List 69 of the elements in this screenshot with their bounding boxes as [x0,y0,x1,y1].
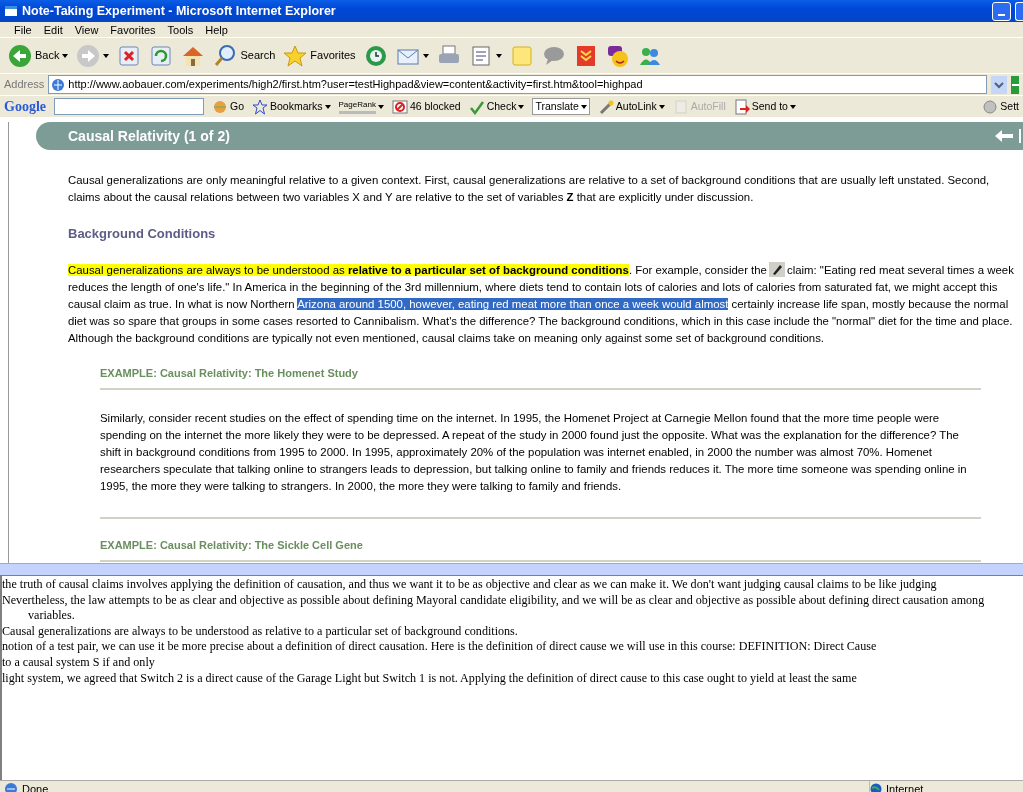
maximize-button[interactable] [1015,1,1023,21]
window-title: Note-Taking Experiment - Microsoft Internet Explorer [22,2,336,20]
refresh-icon [149,43,174,68]
go-button[interactable]: Go [212,98,244,115]
search-icon [213,43,238,68]
caret-icon [580,104,587,109]
caret-icon [324,104,331,109]
section-heading: Background Conditions [68,226,217,242]
star-icon [283,43,308,68]
settings-button[interactable]: Sett [982,98,1019,115]
caret-icon [103,53,110,58]
horizontal-scrollbar[interactable] [0,563,1023,575]
caret-icon [518,104,525,109]
body-paragraph: Causal generalizations are always to be understood as relative to a particular set of background conditions. For example, consider the claim: "Eating red meat several times a week reduces the length of one's life." In America in the beginning of the 3rd millennium, where diets tend to contain lots of calories and lots of calories from saturated fat, we might accept this causal claim as true. In what is now Northern Arizona around 1500, however, eating red meat more than once a week would almost certainly increase life span, mostly because the normal diet was so spare that groups in some cases resorted to Cannibalism. What's the difference? The background conditions, which in this case include the "normal" diet for the time and place. Although the background conditions are typically not even mentioned, causal claims take on meaning only against some set of background conditions. [68,261,1015,346]
sendto-button[interactable]: Send to [733,98,796,115]
caret-icon [658,104,665,109]
caret-icon [62,53,69,58]
back-button[interactable]: Back [6,43,71,68]
menu-item[interactable]: File [8,22,38,37]
minimize-button[interactable] [992,1,1011,21]
caret-icon [422,53,429,58]
caret-icon [377,104,384,109]
zone-text: Internet [886,781,924,792]
browser-icon [4,4,18,18]
notes-area[interactable] [0,575,1023,780]
menu-item[interactable]: Favorites [104,22,162,37]
globe-icon [212,98,228,115]
pencil-icon[interactable] [768,261,785,277]
menu-item[interactable]: View [68,22,105,37]
note-line: light system, we agreed that Switch 2 is a direct cause of the Garage Light but Switch 1 is not. Applying the definition of direct cause to this case ought to yield at least the same [2,670,858,687]
menu-item[interactable]: Help [199,22,234,37]
address-label: Address [4,77,45,93]
example-title: EXAMPLE: Causal Relativity: The Sickle Cell Gene [100,536,981,562]
example-title: EXAMPLE: Causal Relativity: The Homenet Study [100,364,981,390]
globe-icon [870,783,882,792]
address-field[interactable]: http://www.aobauer.com/experiments/high2/first.htm?user=testHighpad&view=content&activity=first.htm&tool=highpad [48,75,987,94]
note-line: Causal generalizations are always to be understood as relative to a particular set of background conditions. [2,623,519,640]
blocked-button[interactable]: 46 blocked [391,98,461,115]
clock-icon [363,43,388,68]
back-arrow-icon[interactable] [995,130,1013,142]
pagerank-button[interactable]: PageRank [338,99,384,114]
search-button[interactable]: Search [211,43,278,68]
settings-icon [982,98,999,115]
note-line: to a causal system S if and only [2,654,156,671]
menu-item[interactable]: Tools [161,22,200,37]
menu-item[interactable]: Edit [37,22,69,37]
intro-paragraph: Causal generalizations are only meaningful relative to a given context. First, causal generalizations are relative to a set of background conditions that are usually left unstated. Second, claims about the causal relations between two variables X and Y are relative to the set of variables Z that are explicitly under discussion. [68,173,991,205]
page-icon [51,77,66,92]
bookmarks-button[interactable]: Bookmarks [252,98,331,115]
smiley-icon [605,43,630,68]
search-field[interactable] [54,98,204,115]
note-line: notion of a test pair, we can use it be more precise about a definition of direct causation. Here is the definition of direct cause we will use in this course: DEFINITION: Direct Cause [2,639,878,655]
note-line: Nevertheless, the law attempts to be as clear and objective as possible about defining Mayoral candidate eligibility, and we will be as clear and objective as possible about defining direct causation among variables. [2,592,986,624]
favorites-button[interactable]: Favorites [281,43,358,68]
note-icon [509,43,534,68]
status-text: Done [22,781,49,792]
stop-icon [117,43,142,68]
wand-icon [597,98,614,115]
note-line: the truth of causal claims involves applying the definition of causation, and thus we want it to be as objective and clear as we can make it. We don't want judging causal claims to be like judging [2,577,938,593]
google-logo: Google [4,98,46,116]
check-button[interactable]: Check [468,98,525,115]
autolink-button[interactable]: AutoLink [597,98,665,115]
page-icon [4,782,18,792]
caret-icon [789,104,796,109]
caret-icon [495,53,502,58]
translate-button[interactable]: Translate [532,97,590,116]
example-paragraph: Similarly, consider recent studies on the effect of spending time on the internet. In 1995, the Homenet Project at Carnegie Mellon found that the more time people were spending on the internet the more likely they were to be depressed. A repeat of the study in 2000 found just the opposite. What was the explanation for the difference? The shift in background conditions from 1995 to 2000. In 1995, approximately 20% of the population was internet enabled, in 2000 the number was almost 70%. Homenet researchers speculate that talking online to strangers leads to depression, but talking online to family and friends reduces it. The more time someone was spending online in 1995, the more they were talking to strangers. In 2000, the more they were talking to family and friends. [100,409,981,519]
page-title: Causal Relativity (1 of 2) [68,126,230,146]
star-outline-icon [252,98,268,115]
